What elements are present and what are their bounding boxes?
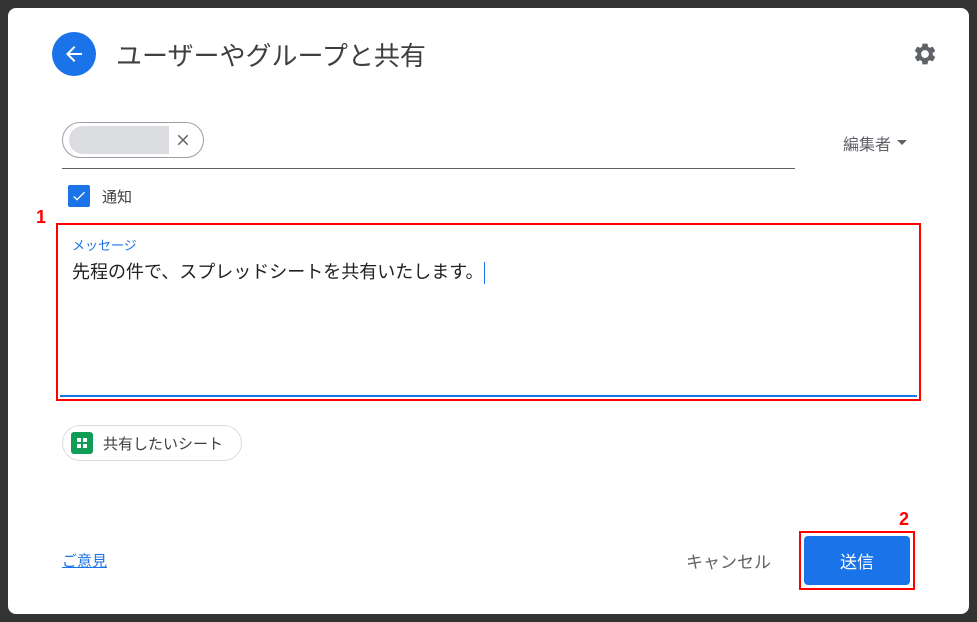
cancel-button[interactable]: キャンセル bbox=[670, 538, 787, 583]
text-cursor bbox=[484, 262, 485, 284]
header-left: ユーザーやグループと共有 bbox=[32, 32, 426, 76]
notify-checkbox[interactable] bbox=[68, 185, 90, 207]
notify-label: 通知 bbox=[102, 186, 132, 207]
feedback-link[interactable]: ご意見 bbox=[62, 550, 107, 571]
share-dialog: ユーザーやグループと共有 編集者 通知 1 メッセージ 先程 bbox=[8, 8, 969, 614]
recipient-chip bbox=[62, 122, 204, 158]
recipients-input-area[interactable] bbox=[62, 116, 795, 169]
message-box[interactable]: メッセージ 先程の件で、スプレッドシートを共有いたします。 bbox=[60, 227, 917, 397]
dropdown-arrow-icon bbox=[897, 140, 907, 146]
send-button[interactable]: 送信 bbox=[804, 536, 910, 585]
attachment-chip[interactable]: 共有したいシート bbox=[62, 425, 242, 461]
dialog-header: ユーザーやグループと共有 bbox=[32, 32, 945, 76]
gear-icon bbox=[912, 41, 938, 67]
sheets-icon bbox=[71, 432, 93, 454]
notify-row: 通知 bbox=[32, 177, 945, 223]
checkmark-icon bbox=[71, 188, 87, 204]
annotation-marker-2: 2 bbox=[899, 509, 909, 530]
attachment-name: 共有したいシート bbox=[103, 433, 223, 454]
back-button[interactable] bbox=[52, 32, 96, 76]
arrow-left-icon bbox=[62, 42, 86, 66]
close-icon bbox=[174, 131, 192, 149]
send-annotation-wrapper: 2 送信 bbox=[799, 531, 915, 590]
remove-recipient-button[interactable] bbox=[169, 126, 197, 154]
settings-button[interactable] bbox=[905, 34, 945, 74]
message-annotation-wrapper: 1 メッセージ 先程の件で、スプレッドシートを共有いたします。 bbox=[56, 223, 921, 401]
permission-label: 編集者 bbox=[843, 131, 891, 155]
permission-dropdown[interactable]: 編集者 bbox=[835, 125, 915, 161]
annotation-marker-1: 1 bbox=[36, 207, 46, 228]
recipients-row: 編集者 bbox=[32, 116, 945, 169]
dialog-title: ユーザーやグループと共有 bbox=[116, 36, 426, 73]
footer-buttons: キャンセル 2 送信 bbox=[670, 531, 915, 590]
message-field-label: メッセージ bbox=[72, 235, 905, 254]
recipient-avatar-placeholder bbox=[69, 126, 169, 154]
dialog-footer: ご意見 キャンセル 2 送信 bbox=[32, 531, 945, 590]
attachment-row: 共有したいシート bbox=[32, 425, 945, 461]
message-textarea[interactable]: 先程の件で、スプレッドシートを共有いたします。 bbox=[72, 258, 905, 287]
